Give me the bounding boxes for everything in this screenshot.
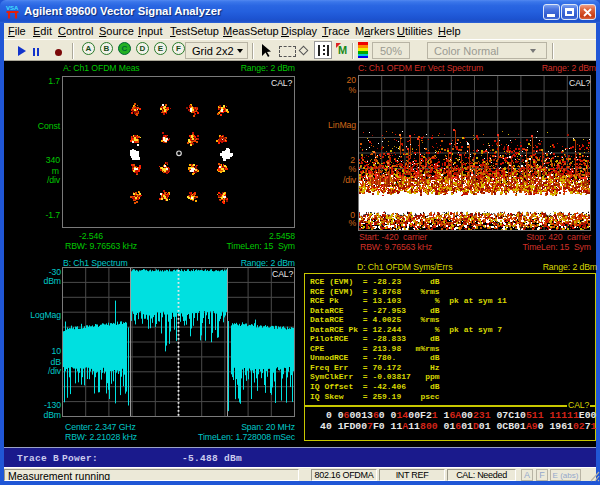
svg-text:VSA: VSA <box>6 5 19 11</box>
